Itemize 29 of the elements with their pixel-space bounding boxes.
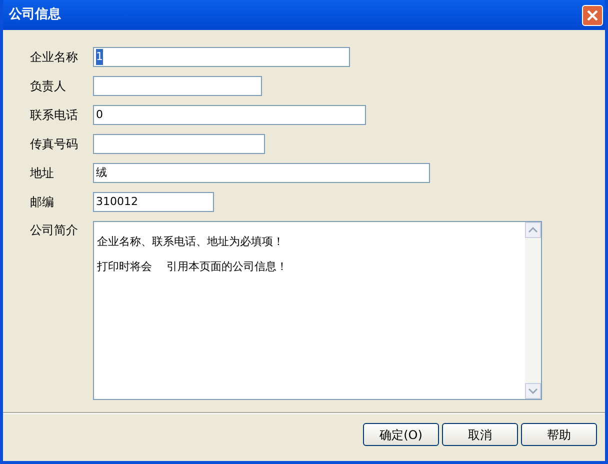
input-field[interactable] — [93, 134, 265, 154]
close-icon — [587, 10, 598, 20]
scrollbar[interactable] — [525, 222, 541, 399]
window-title: 公司信息 — [9, 6, 61, 24]
field-value: 0 — [96, 106, 103, 123]
text-line: 企业名称、联系电话、地址为必填项！ — [97, 234, 285, 250]
input-field[interactable]: 0 — [93, 105, 366, 125]
input-field[interactable]: 1 — [93, 47, 350, 67]
close-button[interactable] — [582, 4, 603, 26]
field-label: 邮编 — [30, 194, 55, 211]
field-label: 地址 — [30, 165, 55, 182]
input-field[interactable]: 310012 — [93, 192, 214, 212]
input-field[interactable]: 绒 — [93, 163, 430, 183]
scroll-down-icon — [525, 383, 541, 399]
dialog-button[interactable]: 确定(O) — [363, 423, 439, 446]
dialog-button[interactable]: 取消 — [442, 423, 518, 446]
field-value: 310012 — [96, 194, 138, 210]
field-label: 联系电话 — [30, 107, 79, 124]
field-value: 绒 — [96, 164, 107, 181]
scroll-up-icon — [525, 222, 541, 238]
field-label: 负责人 — [30, 78, 67, 95]
field-label: 公司简介 — [30, 222, 79, 239]
text-area[interactable]: 企业名称、联系电话、地址为必填项！ 打印时将会 引用本页面的公司信息！ — [93, 221, 542, 400]
text-line: 打印时将会 引用本页面的公司信息！ — [97, 258, 288, 274]
field-label: 企业名称 — [30, 49, 79, 66]
field-value: 1 — [96, 48, 103, 66]
dialog-button[interactable]: 帮助 — [521, 423, 597, 446]
input-field[interactable] — [93, 76, 262, 96]
field-label: 传真号码 — [30, 136, 79, 153]
